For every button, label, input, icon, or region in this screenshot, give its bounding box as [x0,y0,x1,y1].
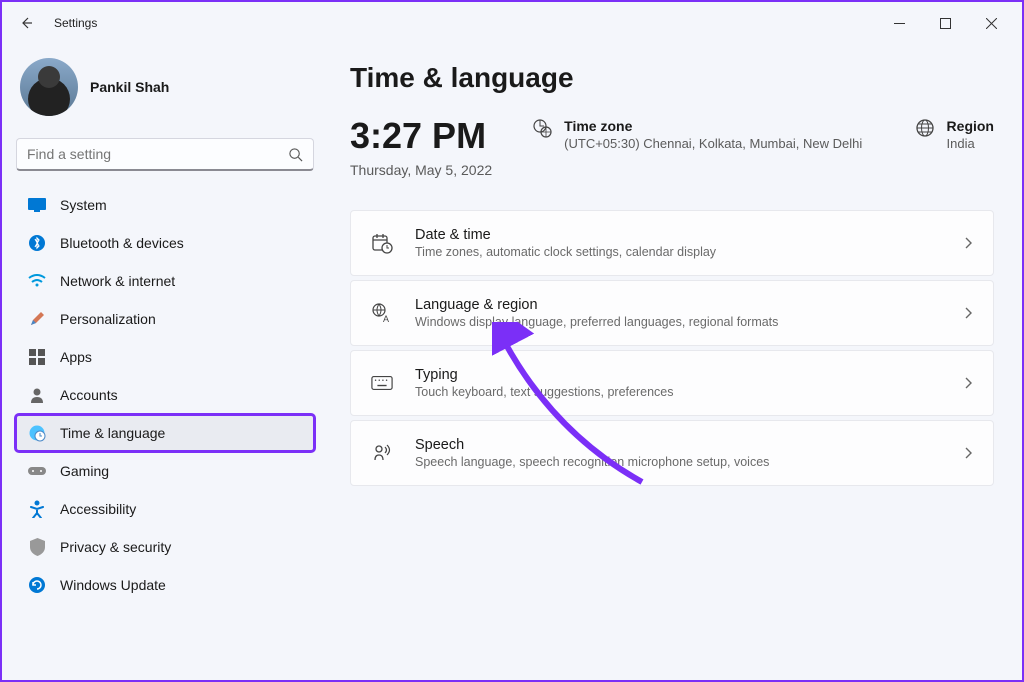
system-icon [28,196,46,214]
globe-clock-icon [532,118,552,138]
accessibility-icon [28,500,46,518]
card-speech[interactable]: Speech Speech language, speech recogniti… [350,420,994,486]
chevron-right-icon [963,446,973,460]
globe-icon [915,118,935,138]
back-button[interactable] [10,7,42,39]
main-content: Time & language 3:27 PM Thursday, May 5,… [322,44,1022,680]
timezone-value: (UTC+05:30) Chennai, Kolkata, Mumbai, Ne… [564,136,862,151]
minimize-icon [894,18,905,29]
nav-label: Personalization [60,311,156,327]
gamepad-icon [28,462,46,480]
keyboard-icon [371,375,393,391]
card-title: Language & region [415,297,941,313]
card-typing[interactable]: Typing Touch keyboard, text suggestions,… [350,350,994,416]
avatar [20,58,78,116]
info-row: 3:27 PM Thursday, May 5, 2022 Time zone … [350,118,994,178]
nav-label: System [60,197,107,213]
card-title: Speech [415,437,941,453]
nav-list: System Bluetooth & devices Network & int… [16,187,314,603]
nav-label: Bluetooth & devices [60,235,184,251]
nav-gaming[interactable]: Gaming [16,453,314,489]
timezone-block: Time zone (UTC+05:30) Chennai, Kolkata, … [532,118,862,151]
maximize-icon [940,18,951,29]
card-language-region[interactable]: A Language & region Windows display lang… [350,280,994,346]
region-value: India [947,136,994,151]
timezone-label: Time zone [564,118,862,134]
calendar-clock-icon [371,232,393,254]
maximize-button[interactable] [922,7,968,39]
wifi-icon [28,272,46,290]
window-title: Settings [54,16,97,30]
nav-label: Gaming [60,463,109,479]
card-subtitle: Time zones, automatic clock settings, ca… [415,245,941,259]
search-icon [288,147,303,162]
card-subtitle: Touch keyboard, text suggestions, prefer… [415,385,941,399]
nav-label: Accessibility [60,501,136,517]
nav-label: Apps [60,349,92,365]
nav-privacy[interactable]: Privacy & security [16,529,314,565]
page-title: Time & language [350,62,994,94]
card-date-time[interactable]: Date & time Time zones, automatic clock … [350,210,994,276]
close-button[interactable] [968,7,1014,39]
titlebar: Settings [2,2,1022,44]
clock-block: 3:27 PM Thursday, May 5, 2022 [350,118,492,178]
region-label: Region [947,118,994,134]
nav-network[interactable]: Network & internet [16,263,314,299]
shield-icon [28,538,46,556]
region-block: Region India [915,118,994,151]
sidebar: Pankil Shah System Bluetooth & devices N… [2,44,322,680]
card-title: Typing [415,367,941,383]
card-title: Date & time [415,227,941,243]
clock-date: Thursday, May 5, 2022 [350,162,492,178]
nav-bluetooth[interactable]: Bluetooth & devices [16,225,314,261]
nav-label: Privacy & security [60,539,171,555]
nav-personalization[interactable]: Personalization [16,301,314,337]
nav-time-language[interactable]: Time & language [16,415,314,451]
person-icon [28,386,46,404]
chevron-right-icon [963,376,973,390]
card-subtitle: Speech language, speech recognition micr… [415,455,941,469]
profile-block[interactable]: Pankil Shah [16,52,314,130]
nav-apps[interactable]: Apps [16,339,314,375]
card-subtitle: Windows display language, preferred lang… [415,315,941,329]
clock-time: 3:27 PM [350,118,492,154]
update-icon [28,576,46,594]
globe-clock-icon [28,424,46,442]
close-icon [986,18,997,29]
apps-icon [28,348,46,366]
nav-label: Accounts [60,387,118,403]
nav-system[interactable]: System [16,187,314,223]
speech-icon [371,442,393,464]
nav-windows-update[interactable]: Windows Update [16,567,314,603]
svg-text:A: A [383,314,389,324]
nav-accessibility[interactable]: Accessibility [16,491,314,527]
nav-label: Windows Update [60,577,166,593]
search-box[interactable] [16,138,314,171]
profile-name: Pankil Shah [90,79,169,95]
nav-accounts[interactable]: Accounts [16,377,314,413]
nav-label: Network & internet [60,273,175,289]
arrow-left-icon [18,15,34,31]
nav-label: Time & language [60,425,165,441]
bluetooth-icon [28,234,46,252]
chevron-right-icon [963,306,973,320]
search-input[interactable] [27,146,288,162]
brush-icon [28,310,46,328]
chevron-right-icon [963,236,973,250]
language-icon: A [371,302,393,324]
minimize-button[interactable] [876,7,922,39]
